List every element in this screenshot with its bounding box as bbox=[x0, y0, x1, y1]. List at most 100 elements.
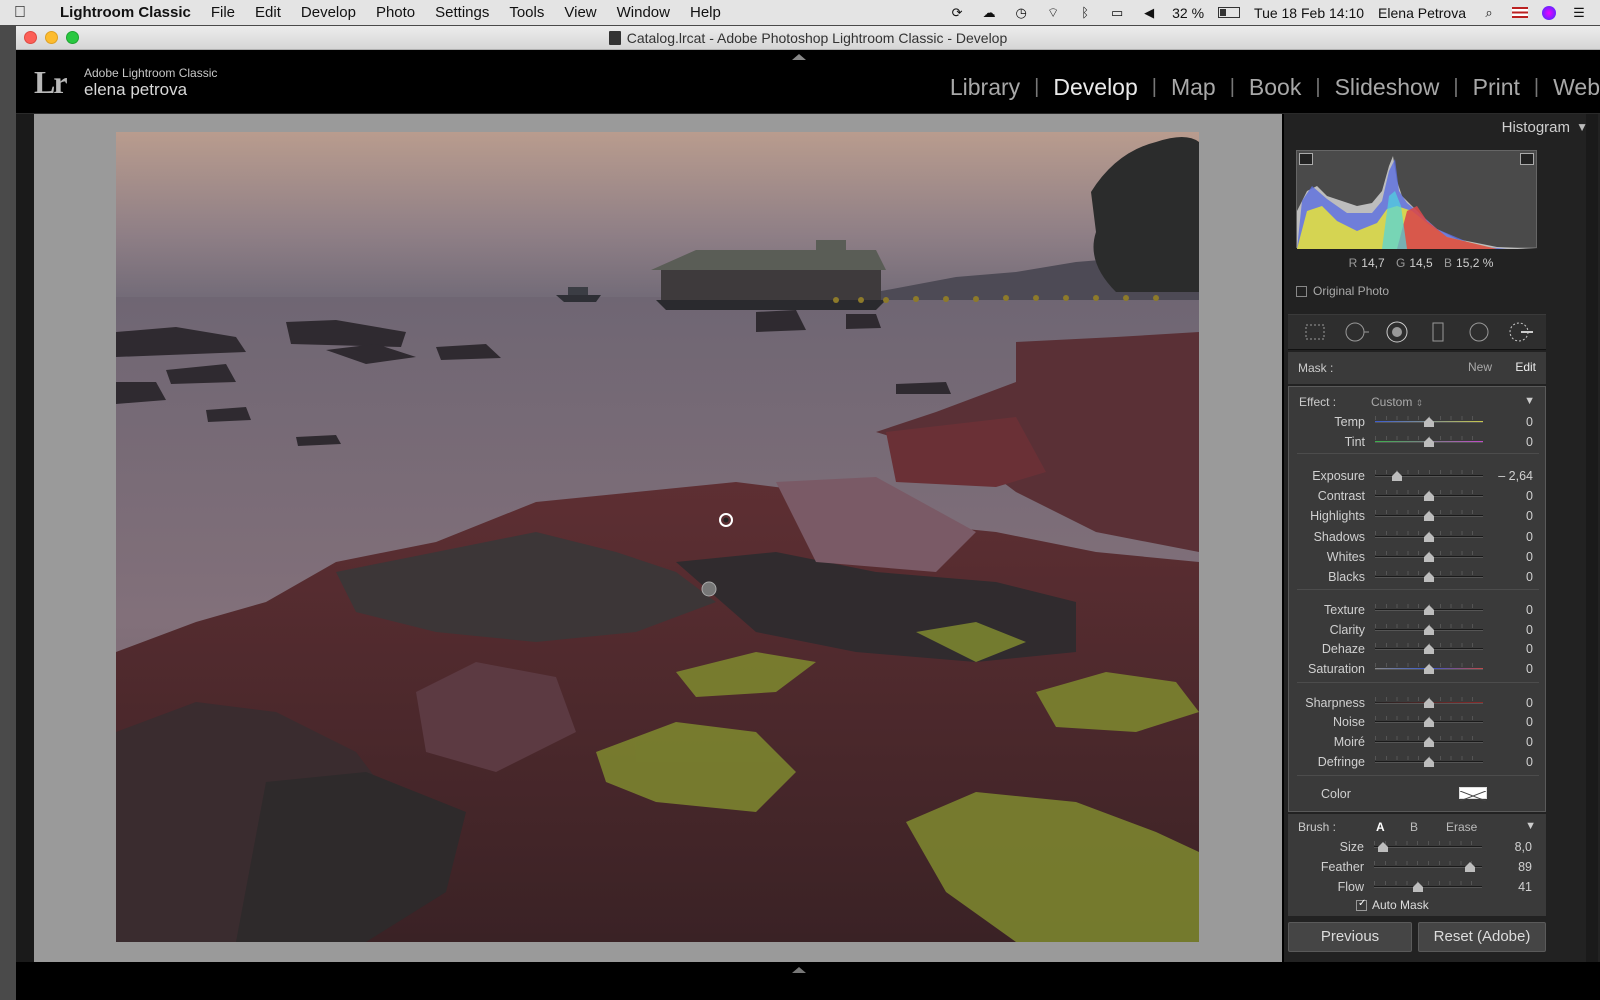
slider-value[interactable]: 0 bbox=[1526, 735, 1533, 749]
minimize-window-button[interactable] bbox=[45, 31, 58, 44]
input-source-flag-icon[interactable] bbox=[1512, 7, 1528, 18]
histogram-title[interactable]: Histogram bbox=[1502, 119, 1570, 136]
effect-slider-tint[interactable]: Tint 0 bbox=[1289, 433, 1547, 451]
slider-value[interactable]: 0 bbox=[1526, 489, 1533, 503]
brush-slider-flow[interactable]: Flow 41 bbox=[1288, 878, 1546, 896]
zoom-window-button[interactable] bbox=[66, 31, 79, 44]
slider-value[interactable]: 0 bbox=[1526, 550, 1533, 564]
brush-tab-erase[interactable]: Erase bbox=[1446, 820, 1477, 834]
slider-thumb-body[interactable] bbox=[1424, 496, 1434, 501]
effect-slider-defringe[interactable]: Defringe 0 bbox=[1289, 753, 1547, 771]
menu-tools[interactable]: Tools bbox=[499, 4, 554, 21]
menu-app-name[interactable]: Lightroom Classic bbox=[40, 4, 201, 21]
brush-slider-size[interactable]: Size 8,0 bbox=[1288, 838, 1546, 856]
slider-thumb-body[interactable] bbox=[1424, 649, 1434, 654]
module-print[interactable]: Print bbox=[1473, 74, 1520, 101]
effect-slider-temp[interactable]: Temp 0 bbox=[1289, 413, 1547, 431]
module-slideshow[interactable]: Slideshow bbox=[1335, 74, 1440, 101]
effect-preset-select[interactable]: Custom ⇕ bbox=[1371, 395, 1423, 409]
original-photo-checkbox[interactable] bbox=[1296, 285, 1307, 297]
slider-thumb-body[interactable] bbox=[1424, 577, 1434, 582]
time-machine-icon[interactable]: ◷ bbox=[1012, 5, 1030, 20]
effect-slider-sharpness[interactable]: Sharpness 0 bbox=[1289, 694, 1547, 712]
red-eye-tool-icon[interactable] bbox=[1384, 319, 1410, 345]
creative-cloud-icon[interactable]: ☁ bbox=[980, 5, 998, 20]
auto-mask-checkbox[interactable] bbox=[1356, 898, 1367, 911]
shadow-clipping-icon[interactable] bbox=[1299, 153, 1313, 165]
module-web[interactable]: Web bbox=[1553, 74, 1600, 101]
slider-value[interactable]: 0 bbox=[1526, 509, 1533, 523]
notification-center-icon[interactable]: ☰ bbox=[1570, 5, 1588, 20]
slider-thumb-body[interactable] bbox=[1424, 742, 1434, 747]
slider-value[interactable]: 41 bbox=[1518, 880, 1532, 894]
slider-value[interactable]: 0 bbox=[1526, 696, 1533, 710]
mask-pin-icon[interactable] bbox=[701, 581, 717, 597]
slider-thumb-body[interactable] bbox=[1424, 762, 1434, 767]
reset-button[interactable]: Reset (Adobe) bbox=[1418, 922, 1546, 952]
volume-icon[interactable]: ◀ bbox=[1140, 5, 1158, 20]
adjustment-brush-tool-icon[interactable] bbox=[1507, 319, 1533, 345]
slider-track[interactable] bbox=[1374, 846, 1482, 848]
menu-develop[interactable]: Develop bbox=[291, 4, 366, 21]
brush-tab-a[interactable]: A bbox=[1376, 820, 1385, 834]
effect-slider-dehaze[interactable]: Dehaze 0 bbox=[1289, 640, 1547, 658]
top-panel-toggle-icon[interactable] bbox=[792, 54, 806, 60]
slider-thumb-body[interactable] bbox=[1424, 557, 1434, 562]
effect-slider-contrast[interactable]: Contrast 0 bbox=[1289, 487, 1547, 505]
mask-edit-button[interactable]: Edit bbox=[1515, 360, 1536, 374]
effect-slider-exposure[interactable]: Exposure – 2,64 bbox=[1289, 467, 1547, 485]
panel-scroll-track[interactable] bbox=[1586, 114, 1598, 962]
menu-file[interactable]: File bbox=[201, 4, 245, 21]
effect-slider-noise[interactable]: Noise 0 bbox=[1289, 713, 1547, 731]
slider-value[interactable]: 0 bbox=[1526, 715, 1533, 729]
menu-photo[interactable]: Photo bbox=[366, 4, 425, 21]
original-photo-toggle[interactable]: Original Photo bbox=[1296, 284, 1389, 298]
slider-thumb-body[interactable] bbox=[1391, 476, 1402, 481]
slider-value[interactable]: – 2,64 bbox=[1498, 469, 1533, 483]
effect-slider-clarity[interactable]: Clarity 0 bbox=[1289, 621, 1547, 639]
wifi-icon[interactable]: ⌔ bbox=[1044, 5, 1062, 20]
collapse-triangle-icon[interactable]: ▼ bbox=[1576, 120, 1588, 134]
spot-removal-tool-icon[interactable] bbox=[1343, 319, 1369, 345]
photo-image[interactable] bbox=[116, 132, 1199, 942]
slider-value[interactable]: 0 bbox=[1526, 570, 1533, 584]
left-panel-collapsed[interactable] bbox=[16, 114, 34, 962]
menu-settings[interactable]: Settings bbox=[425, 4, 499, 21]
close-window-button[interactable] bbox=[24, 31, 37, 44]
slider-value[interactable]: 8,0 bbox=[1515, 840, 1532, 854]
effect-slider-texture[interactable]: Texture 0 bbox=[1289, 601, 1547, 619]
collapse-triangle-icon[interactable]: ▼ bbox=[1524, 395, 1535, 407]
brush-tab-b[interactable]: B bbox=[1410, 820, 1418, 834]
slider-value[interactable]: 89 bbox=[1518, 860, 1532, 874]
user-name[interactable]: Elena Petrova bbox=[1378, 5, 1466, 21]
auto-mask-toggle[interactable]: Auto Mask bbox=[1356, 898, 1429, 912]
slider-track[interactable] bbox=[1374, 886, 1482, 888]
menu-edit[interactable]: Edit bbox=[245, 4, 291, 21]
slider-thumb-body[interactable] bbox=[1424, 722, 1434, 727]
slider-thumb-body[interactable] bbox=[1424, 610, 1434, 615]
module-library[interactable]: Library bbox=[950, 74, 1020, 101]
slider-value[interactable]: 0 bbox=[1526, 415, 1533, 429]
slider-thumb-body[interactable] bbox=[1377, 847, 1388, 852]
photo-preview[interactable] bbox=[116, 132, 1199, 942]
menu-help[interactable]: Help bbox=[680, 4, 731, 21]
mask-new-button[interactable]: New bbox=[1468, 360, 1492, 374]
battery-icon[interactable] bbox=[1218, 7, 1241, 18]
effect-slider-whites[interactable]: Whites 0 bbox=[1289, 548, 1547, 566]
slider-thumb-body[interactable] bbox=[1424, 703, 1434, 708]
module-map[interactable]: Map bbox=[1171, 74, 1216, 101]
apple-menu-icon[interactable]:  bbox=[0, 4, 40, 22]
slider-value[interactable]: 0 bbox=[1526, 642, 1533, 656]
clock[interactable]: Tue 18 Feb 14:10 bbox=[1254, 5, 1364, 21]
siri-icon[interactable] bbox=[1542, 5, 1556, 20]
module-book[interactable]: Book bbox=[1249, 74, 1301, 101]
slider-thumb-body[interactable] bbox=[1424, 516, 1434, 521]
slider-value[interactable]: 0 bbox=[1526, 435, 1533, 449]
slider-thumb-body[interactable] bbox=[1424, 442, 1434, 447]
effect-slider-blacks[interactable]: Blacks 0 bbox=[1289, 568, 1547, 586]
graduated-filter-tool-icon[interactable] bbox=[1425, 319, 1451, 345]
slider-thumb-body[interactable] bbox=[1424, 669, 1434, 674]
slider-value[interactable]: 0 bbox=[1526, 530, 1533, 544]
module-develop[interactable]: Develop bbox=[1053, 74, 1137, 101]
histogram-header[interactable]: Histogram ▼ bbox=[1284, 114, 1600, 142]
